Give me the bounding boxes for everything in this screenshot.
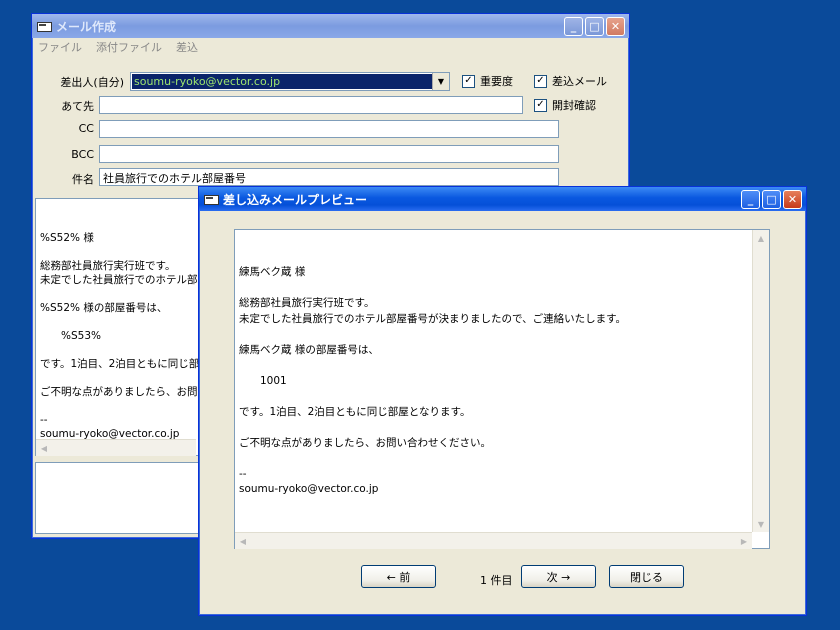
compose-menubar: ファイル 添付ファイル 差込 xyxy=(32,38,629,56)
scroll-right-icon[interactable]: ▶ xyxy=(736,533,752,549)
from-select[interactable]: soumu-ryoko@vector.co.jp ▼ xyxy=(130,72,450,91)
scroll-left-icon[interactable]: ◀ xyxy=(36,440,52,456)
menu-merge[interactable]: 差込 xyxy=(176,39,198,55)
body-line: soumu-ryoko@vector.co.jp xyxy=(239,483,379,495)
subject-label: 件名 xyxy=(72,173,94,186)
prev-button[interactable]: ← 前 xyxy=(361,565,436,588)
to-label: あて先 xyxy=(61,100,94,113)
body-line: 練馬ベク蔵 様 xyxy=(239,266,306,278)
preview-dialog: 差し込みメールプレビュー _ □ ✕ 練馬ベク蔵 様 総務部社員旅行実行班です。… xyxy=(198,186,807,616)
importance-checkbox[interactable]: ✓ 重要度 xyxy=(462,73,513,89)
preview-body: 練馬ベク蔵 様 総務部社員旅行実行班です。未定でした社員旅行でのホテル部屋番号が… xyxy=(234,229,770,549)
minimize-icon[interactable]: _ xyxy=(564,16,583,36)
chevron-down-icon[interactable]: ▼ xyxy=(432,73,449,90)
cc-field[interactable] xyxy=(99,120,559,138)
to-field[interactable] xyxy=(99,96,523,114)
subject-field[interactable]: 社員旅行でのホテル部屋番号 xyxy=(99,168,559,186)
close-icon[interactable]: ✕ xyxy=(783,189,802,209)
compose-titlebar[interactable]: メール作成 _ □ ✕ xyxy=(32,14,629,38)
checkmark-icon: ✓ xyxy=(534,98,547,112)
checkmark-icon: ✓ xyxy=(462,74,475,88)
menu-file[interactable]: ファイル xyxy=(38,39,82,55)
preview-hscrollbar[interactable]: ◀ ▶ xyxy=(235,532,752,549)
merge-mail-checkbox[interactable]: ✓ 差込メール xyxy=(534,73,607,89)
body-line: 総務部社員旅行実行班です。 xyxy=(239,297,375,309)
bcc-field[interactable] xyxy=(99,145,559,163)
preview-title: 差し込みメールプレビュー xyxy=(223,192,368,207)
maximize-icon[interactable]: □ xyxy=(585,16,604,36)
mail-app-icon xyxy=(203,193,219,205)
body-line xyxy=(239,281,765,297)
body-line: 未定でした社員旅行でのホテル部屋番号が決まりましたので、ご連絡いたします。 xyxy=(239,312,627,325)
body-line xyxy=(239,358,765,374)
body-line xyxy=(239,420,765,436)
body-line xyxy=(239,327,765,343)
cc-label: CC xyxy=(78,122,94,135)
next-button[interactable]: 次 → xyxy=(521,565,596,588)
importance-label: 重要度 xyxy=(480,75,513,88)
checkmark-icon: ✓ xyxy=(534,74,547,88)
minimize-icon[interactable]: _ xyxy=(741,189,760,209)
from-label: 差出人(自分) xyxy=(60,76,124,89)
scroll-left-icon[interactable]: ◀ xyxy=(235,533,251,549)
from-selected-value: soumu-ryoko@vector.co.jp xyxy=(132,74,432,89)
read-receipt-checkbox[interactable]: ✓ 開封確認 xyxy=(534,97,596,113)
body-line: 1001 xyxy=(239,374,287,387)
body-line: ご不明な点がありましたら、お問い合わせください。 xyxy=(239,436,491,449)
mail-app-icon xyxy=(36,20,52,32)
preview-vscrollbar[interactable]: ▲ ▼ xyxy=(752,230,769,532)
body-line: です。1泊目、2泊目ともに同じ部屋となります。 xyxy=(239,405,471,418)
body-line xyxy=(239,389,765,405)
close-icon[interactable]: ✕ xyxy=(606,16,625,36)
read-receipt-label: 開封確認 xyxy=(552,99,596,112)
preview-body-text: 練馬ベク蔵 様 総務部社員旅行実行班です。未定でした社員旅行でのホテル部屋番号が… xyxy=(239,265,765,498)
body-line xyxy=(239,451,765,467)
body-line: 練馬ベク蔵 様の部屋番号は、 xyxy=(239,343,379,356)
bcc-label: BCC xyxy=(71,148,94,161)
maximize-icon[interactable]: □ xyxy=(762,189,781,209)
page-counter: 1 件目 xyxy=(480,574,513,587)
compose-title: メール作成 xyxy=(56,19,117,34)
preview-titlebar[interactable]: 差し込みメールプレビュー _ □ ✕ xyxy=(199,187,806,211)
scroll-up-icon[interactable]: ▲ xyxy=(753,230,769,246)
menu-attachment[interactable]: 添付ファイル xyxy=(96,39,162,55)
close-button[interactable]: 閉じる xyxy=(609,565,684,588)
merge-mail-label: 差込メール xyxy=(552,75,607,88)
body-line: -- xyxy=(239,467,247,480)
scroll-down-icon[interactable]: ▼ xyxy=(753,516,769,532)
compose-body-hscrollbar[interactable]: ◀ xyxy=(36,439,196,456)
